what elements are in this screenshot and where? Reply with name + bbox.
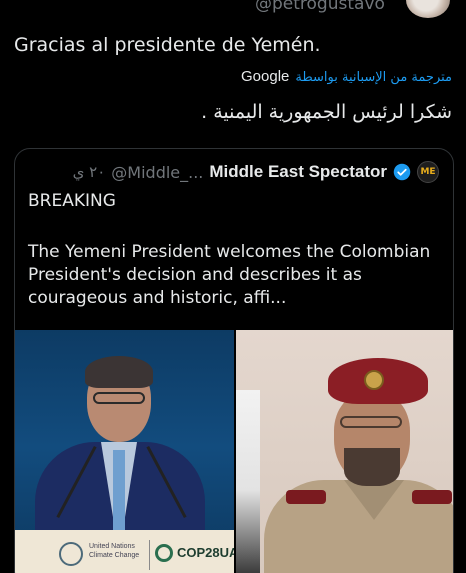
quote-account-name[interactable]: Middle East Spectator — [209, 162, 387, 182]
quote-time: ٢٠ ي — [72, 163, 106, 181]
media-image-left[interactable]: United Nations Climate Change COP28UAE — [15, 330, 234, 573]
speaker-tie — [113, 450, 125, 530]
podium-divider — [149, 540, 150, 570]
flag — [236, 390, 260, 573]
podium-org-name: United Nations — [89, 543, 135, 550]
officer-beard — [344, 448, 400, 486]
quote-media[interactable]: United Nations Climate Change COP28UAE — [15, 330, 453, 573]
verified-badge-icon — [393, 163, 411, 181]
epaulet — [286, 490, 326, 504]
beret-badge-icon — [364, 370, 384, 390]
quote-avatar[interactable]: ME — [417, 161, 439, 183]
cop-emblem-icon — [155, 544, 173, 562]
translated-by-service: Google — [241, 68, 290, 85]
avatar[interactable] — [406, 0, 450, 18]
podium-org: United Nations Climate Change — [89, 542, 139, 560]
quote-handle: @Middle_... — [111, 162, 204, 182]
quote-body: The Yemeni President welcomes the Colomb… — [28, 242, 431, 308]
podium-event: COP28UAE — [177, 545, 234, 560]
quote-card[interactable]: ٢٠ ي @Middle_... Middle East Spectator M… — [14, 148, 454, 573]
translation-text: شكرا لرئيس الجمهورية اليمنية . — [201, 101, 452, 123]
translated-by[interactable]: Google مترجمة من الإسبانية بواسطة — [241, 68, 452, 85]
tweet-text: Gracias al presidente de Yemén. — [14, 34, 321, 56]
un-emblem-icon — [59, 542, 83, 566]
speaker-hair — [85, 356, 153, 388]
officer-glasses — [340, 416, 402, 428]
quote-header: ٢٠ ي @Middle_... Middle East Spectator M… — [73, 161, 439, 183]
media-image-right[interactable] — [236, 330, 453, 573]
speaker-glasses — [93, 392, 145, 404]
quote-breaking: BREAKING — [28, 191, 116, 211]
epaulet — [412, 490, 452, 504]
translated-by-label: مترجمة من الإسبانية بواسطة — [295, 70, 452, 85]
podium-org-sub: Climate Change — [89, 552, 140, 559]
profile-handle[interactable]: @petrogustavo — [255, 0, 385, 14]
